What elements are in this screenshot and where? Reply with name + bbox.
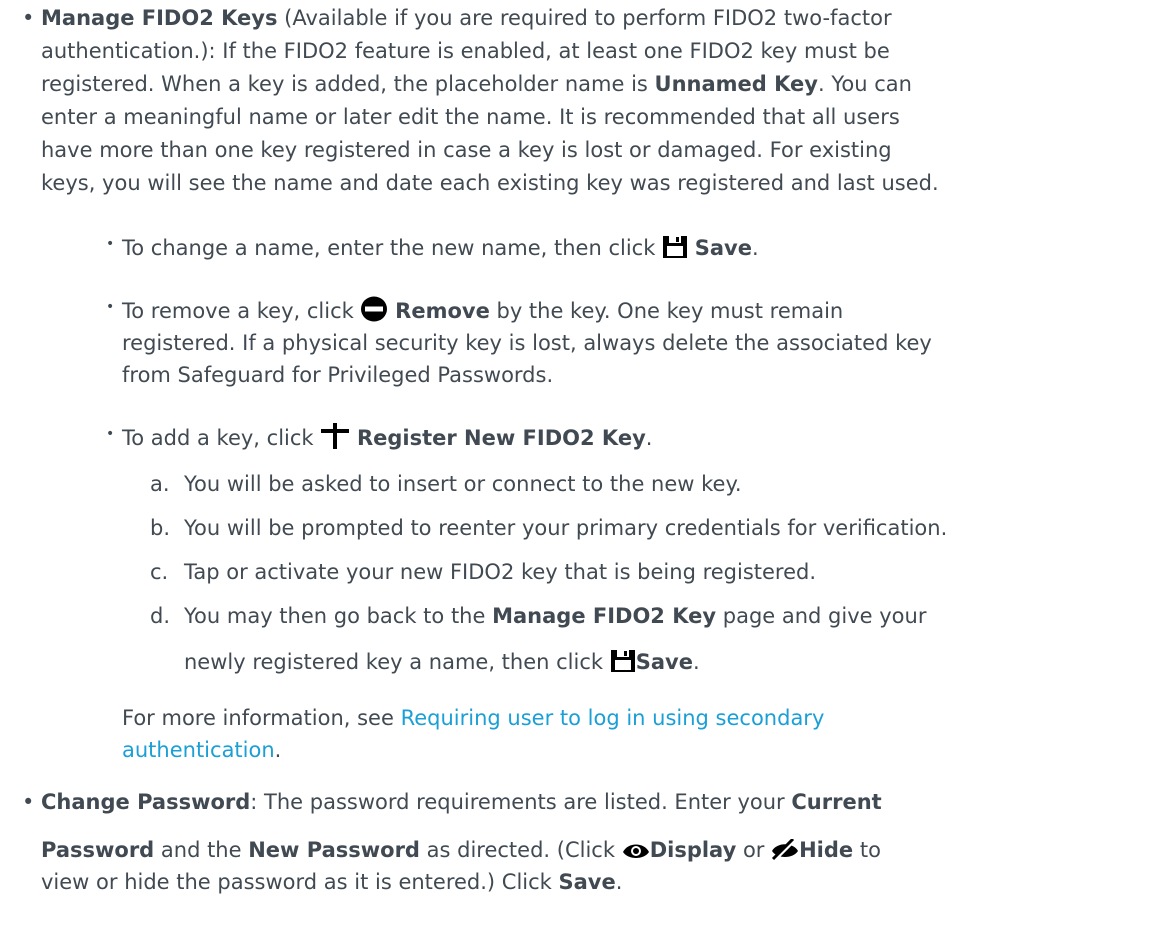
step-c-text: Tap or activate your new FIDO2 key that … [184,560,817,584]
password-text: or [736,838,772,862]
step-d-line1: You may then go back to the Manage FIDO2… [184,600,926,633]
current-term: Current [791,790,882,814]
password-term: Password [41,838,155,862]
password-text: : The password requirements are listed. … [250,790,792,814]
eye-icon [622,838,650,871]
step-marker: b. [150,516,171,540]
fido-paragraph-line1: Manage FIDO2 Keys (Available if you are … [41,2,892,35]
remove-label: Remove [395,299,490,323]
fido-paragraph-line5: have more than one key registered in cas… [41,138,892,162]
add-text: To add a key, click [122,426,321,450]
floppy-save-icon [662,235,688,269]
remove-text: To remove a key, click [122,299,361,323]
save-label: Save [694,236,752,260]
change-name-line: To change a name, enter the new name, th… [122,232,759,269]
fido-title: Manage FIDO2 Keys [41,6,278,30]
step-d-line2: newly registered key a name, then click … [184,646,700,683]
hide-label: Hide [799,838,854,862]
fido-text: (Available if you are required to perfor… [277,6,892,30]
change-password-title: Change Password [41,790,251,814]
step-marker: c. [150,560,169,584]
eye-slash-icon [771,837,799,871]
password-text: as directed. (Click [419,838,622,862]
step-d-text: page and give your [716,604,927,628]
fido-paragraph-line3: registered. When a key is added, the pla… [41,68,912,101]
new-password-term: New Password [248,838,420,862]
password-line1: Change Password: The password requiremen… [41,786,882,819]
step-a-text: You will be asked to insert or connect t… [184,472,742,496]
more-info-text: . [274,738,282,762]
secondary-auth-link[interactable]: authentication [122,738,275,762]
step-marker: a. [150,472,170,496]
remove-line3: from Safeguard for Privileged Passwords. [122,363,554,387]
save-label: Save [635,650,693,674]
sub-bullet: • [106,299,115,315]
register-new-key-label: Register New FIDO2 Key [356,426,646,450]
list-bullet: • [22,6,35,30]
more-info-line2: authentication. [122,734,281,767]
unnamed-key-term: Unnamed Key [654,72,818,96]
fido-text: . You can [817,72,912,96]
more-info-line1: For more information, see Requiring user… [122,702,824,735]
more-info-text: For more information, see [122,706,401,730]
step-marker: d. [150,604,171,628]
add-text: . [645,426,653,450]
password-text: and the [154,838,249,862]
remove-line2: registered. If a physical security key i… [122,331,932,355]
change-name-text: To change a name, enter the new name, th… [122,236,663,260]
fido-paragraph-line2: authentication.): If the FIDO2 feature i… [41,39,890,63]
sub-bullet: • [106,236,115,252]
save-term: Save [558,870,616,894]
display-label: Display [649,838,737,862]
add-line: To add a key, click Register New FIDO2 K… [122,422,652,459]
password-text: . [615,870,623,894]
sub-bullet: • [106,426,115,442]
remove-text: by the key. One key must remain [489,299,844,323]
password-text: to [853,838,881,862]
fido-paragraph-line4: enter a meaningful name or later edit th… [41,105,900,129]
secondary-auth-link[interactable]: Requiring user to log in using secondary [401,706,825,730]
password-text: view or hide the password as it is enter… [41,870,559,894]
list-bullet: • [22,790,35,814]
step-d-text: newly registered key a name, then click [184,650,610,674]
step-d-text: . [692,650,700,674]
fido-paragraph-line6: keys, you will see the name and date eac… [41,171,939,195]
step-b-text: You will be prompted to reenter your pri… [184,516,948,540]
fido-text: registered. When a key is added, the pla… [41,72,655,96]
floppy-save-icon [610,649,636,683]
plus-icon [320,423,350,459]
password-line3: view or hide the password as it is enter… [41,866,622,899]
step-d-text: You may then go back to the [184,604,493,628]
manage-fido2-key-term: Manage FIDO2 Key [492,604,717,628]
